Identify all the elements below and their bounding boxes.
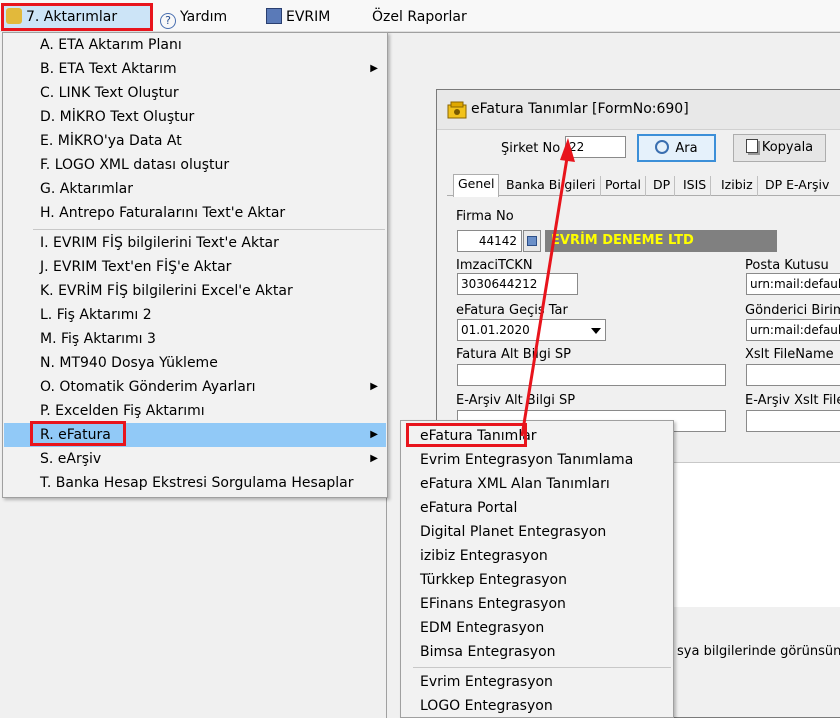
menu-item-antrepo[interactable]: H. Antrepo Faturalarını Text'e Aktar — [4, 201, 386, 225]
submenu-item-izibiz[interactable]: izibiz Entegrasyon — [402, 544, 672, 568]
submenu-arrow-icon: ▶ — [370, 381, 378, 392]
window-title: eFatura Tanımlar [FormNo:690] — [471, 101, 689, 117]
menu-item-mikro-data[interactable]: E. MİKRO'ya Data At — [4, 129, 386, 153]
book-icon — [266, 8, 282, 24]
tab-strip: Genel Banka Bilgileri Portal DP ISIS Izi… — [447, 174, 840, 197]
submenu-item-evrim-tanimlama[interactable]: Evrim Entegrasyon Tanımlama — [402, 448, 672, 472]
menu-aktarimlar[interactable]: 7. Aktarımlar — [2, 4, 152, 30]
ara-button[interactable]: Ara — [637, 134, 716, 162]
menu-item-fis-aktarimi-2[interactable]: L. Fiş Aktarımı 2 — [4, 303, 386, 327]
submenu-item-efatura-tanimlar[interactable]: eFatura Tanımlar — [402, 424, 672, 448]
xslt-input[interactable] — [746, 364, 840, 386]
firma-input[interactable]: 44142 — [457, 230, 522, 252]
firma-label: Firma No — [456, 209, 514, 224]
fatura-alt-label: Fatura Alt Bilgi SP — [456, 347, 571, 362]
menu-item-eta-text[interactable]: B. ETA Text Aktarım ▶ — [4, 57, 386, 81]
sirket-input[interactable]: 22 — [565, 136, 626, 158]
gonderici-input[interactable]: urn:mail:defaultg — [746, 319, 840, 341]
tab-dp-earsiv[interactable]: DP E-Arşiv — [761, 176, 833, 196]
tab-genel[interactable]: Genel — [453, 174, 500, 197]
search-icon — [655, 140, 670, 154]
menu-item-eta-plan[interactable]: A. ETA Aktarım Planı — [4, 33, 386, 57]
tab-portal[interactable]: Portal — [601, 176, 646, 196]
earsiv-xslt-input[interactable] — [746, 410, 840, 432]
menu-item-aktarimlar[interactable]: G. Aktarımlar — [4, 177, 386, 201]
menu-separator — [33, 229, 385, 230]
menu-item-evrim-fis-excel[interactable]: K. EVRİM FİŞ bilgilerini Excel'e Aktar — [4, 279, 386, 303]
submenu-arrow-icon: ▶ — [370, 63, 378, 74]
menu-item-logo-xml[interactable]: F. LOGO XML datası oluştur — [4, 153, 386, 177]
aktarimlar-menu: A. ETA Aktarım Planı B. ETA Text Aktarım… — [2, 32, 388, 498]
submenu-item-evrim-entegrasyon[interactable]: Evrim Entegrasyon — [402, 670, 672, 694]
menu-item-otomatik-gonderim[interactable]: O. Otomatik Gönderim Ayarları ▶ — [4, 375, 386, 399]
menu-item-excelden-fis[interactable]: P. Excelden Fiş Aktarımı — [4, 399, 386, 423]
tab-dp[interactable]: DP — [649, 176, 676, 196]
menu-ozel-raporlar[interactable]: Özel Raporlar — [368, 4, 467, 30]
menu-evrim[interactable]: EVRIM — [262, 4, 330, 30]
firma-lookup-button[interactable] — [523, 230, 541, 252]
menu-item-link-text[interactable]: C. LINK Text Oluştur — [4, 81, 386, 105]
posta-label: Posta Kutusu — [745, 258, 829, 273]
app-icon — [447, 101, 467, 119]
submenu-item-logo[interactable]: LOGO Entegrasyon — [402, 694, 672, 718]
submenu-separator — [413, 667, 671, 668]
earsiv-alt-label: E-Arşiv Alt Bilgi SP — [456, 393, 576, 408]
menu-item-efatura[interactable]: R. eFatura ▶ — [4, 423, 386, 447]
chevron-down-icon[interactable] — [591, 328, 601, 334]
efatura-submenu: eFatura Tanımlar Evrim Entegrasyon Tanım… — [400, 420, 674, 718]
menu-item-evrim-text-fis[interactable]: J. EVRIM Text'en FİŞ'e Aktar — [4, 255, 386, 279]
menu-item-fis-aktarimi-3[interactable]: M. Fiş Aktarımı 3 — [4, 327, 386, 351]
tab-banka[interactable]: Banka Bilgileri — [502, 176, 601, 196]
bottom-note: sya bilgilerinde görünsün — [677, 644, 840, 659]
copy-icon — [745, 139, 758, 153]
window-titlebar: eFatura Tanımlar [FormNo:690] — [437, 90, 840, 130]
imzaci-label: ImzaciTCKN — [456, 258, 533, 273]
gecis-label: eFatura Geçiş Tar — [456, 303, 568, 318]
earsiv-xslt-label: E-Arşiv Xslt FileN — [745, 393, 840, 408]
submenu-item-efatura-portal[interactable]: eFatura Portal — [402, 496, 672, 520]
submenu-item-digital-planet[interactable]: Digital Planet Entegrasyon — [402, 520, 672, 544]
gecis-date-input[interactable]: 01.01.2020 — [457, 319, 606, 341]
menu-yardim[interactable]: ? Yardım — [156, 4, 227, 30]
kopyala-button[interactable]: Kopyala — [733, 134, 826, 162]
sirket-label: Şirket No — [501, 141, 561, 156]
submenu-item-efinans[interactable]: EFinans Entegrasyon — [402, 592, 672, 616]
fatura-alt-input[interactable] — [457, 364, 726, 386]
gonderici-label: Gönderici Birim — [745, 303, 840, 318]
imzaci-input[interactable]: 3030644212 — [457, 273, 578, 295]
menu-bar: 7. Aktarımlar ? Yardım EVRIM Özel Raporla… — [0, 0, 840, 32]
menu-item-earsiv[interactable]: S. eArşiv ▶ — [4, 447, 386, 471]
firma-name-display: EVRİM DENEME LTD — [545, 230, 777, 252]
submenu-item-bimsa[interactable]: Bimsa Entegrasyon — [402, 640, 672, 664]
lookup-icon — [527, 236, 537, 246]
submenu-arrow-icon: ▶ — [370, 429, 378, 440]
xslt-label: Xslt FileName — [745, 347, 834, 362]
menu-item-banka-hesap[interactable]: T. Banka Hesap Ekstresi Sorgulama Hesapl… — [4, 471, 386, 495]
menu-item-mt940[interactable]: N. MT940 Dosya Yükleme — [4, 351, 386, 375]
submenu-item-turkkep[interactable]: Türkkep Entegrasyon — [402, 568, 672, 592]
help-icon: ? — [160, 13, 176, 29]
submenu-item-xml-alan[interactable]: eFatura XML Alan Tanımları — [402, 472, 672, 496]
posta-input[interactable]: urn:mail:defaultp — [746, 273, 840, 295]
submenu-item-edm[interactable]: EDM Entegrasyon — [402, 616, 672, 640]
submenu-arrow-icon: ▶ — [370, 453, 378, 464]
menu-item-mikro-text[interactable]: D. MİKRO Text Oluştur — [4, 105, 386, 129]
transfer-icon — [6, 8, 22, 24]
menu-item-evrim-fis-text[interactable]: I. EVRIM FİŞ bilgilerini Text'e Aktar — [4, 231, 386, 255]
tab-isis[interactable]: ISIS — [679, 176, 712, 196]
tab-izibiz[interactable]: Izibiz — [717, 176, 758, 196]
